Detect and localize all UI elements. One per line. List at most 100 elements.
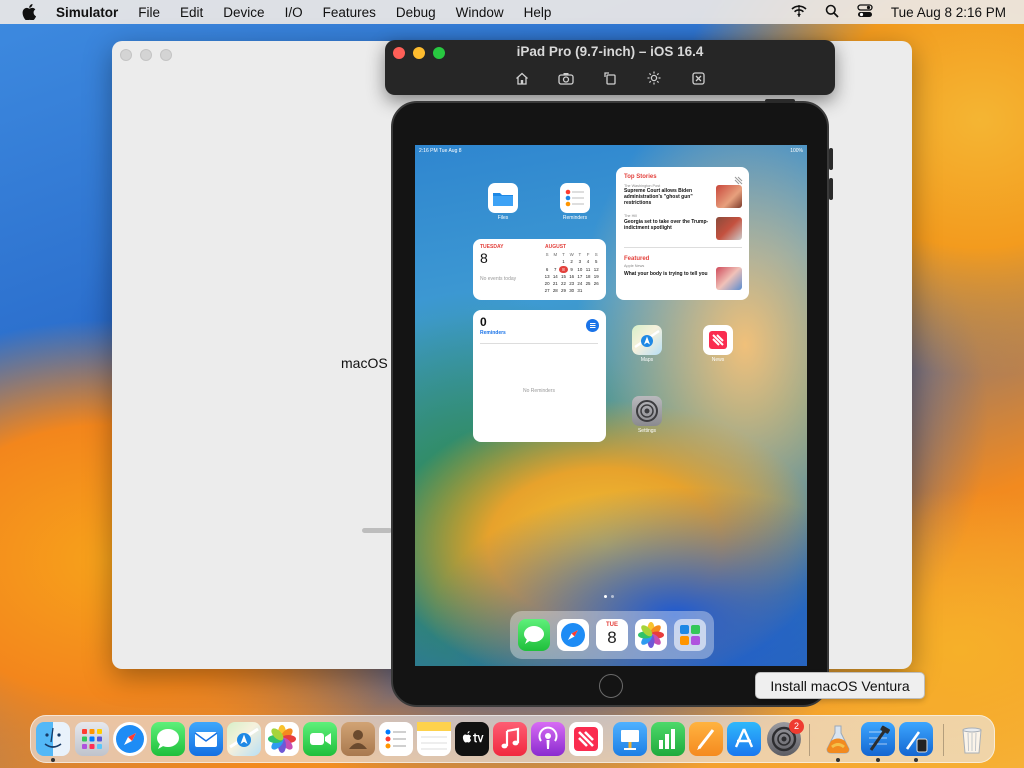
weekday-header: S [594,252,598,257]
menu-help[interactable]: Help [524,5,552,20]
calendar-icon-date: 8 [607,628,617,647]
calendar-day: 6 [545,266,549,272]
news-story-headline[interactable]: Supreme Court allows Biden administratio… [624,188,712,206]
rotate-icon[interactable] [598,68,622,88]
menu-io[interactable]: I/O [285,5,303,20]
appearance-icon[interactable] [642,68,666,88]
calendar-icon[interactable]: TUE 8 [596,619,628,651]
news-story-thumbnail [716,267,742,290]
menu-clock[interactable]: Tue Aug 8 2:16 PM [891,5,1006,20]
app-library-icon[interactable] [674,619,706,651]
menu-app-name[interactable]: Simulator [56,5,118,20]
simulator-icon[interactable] [899,722,933,756]
messages-icon[interactable] [151,722,185,756]
safari-icon[interactable] [557,619,589,651]
volume-down-button[interactable] [829,178,833,200]
pages-icon[interactable] [689,722,723,756]
wifi-icon[interactable] [791,4,807,21]
spotlight-search-icon[interactable] [825,4,839,21]
calendar-today: 8 [559,265,568,273]
control-center-icon[interactable] [857,3,873,21]
calendar-day [551,258,559,265]
reminders-icon[interactable] [560,183,590,213]
podcasts-icon[interactable] [531,722,565,756]
menu-file[interactable]: File [138,5,160,20]
mail-icon[interactable] [189,722,223,756]
calendar-day: 5 [594,259,598,265]
close-icon[interactable] [686,68,710,88]
notes-icon[interactable] [417,722,451,756]
running-indicator [51,758,55,762]
launchpad-icon[interactable] [75,722,109,756]
messages-icon[interactable] [518,619,550,651]
dock-divider [943,724,944,756]
calendar-day: 11 [585,266,591,272]
safari-icon[interactable] [113,722,147,756]
music-icon[interactable] [493,722,527,756]
settings-icon[interactable] [632,396,662,426]
menu-window[interactable]: Window [456,5,504,20]
menu-features[interactable]: Features [323,5,376,20]
home-icon[interactable] [510,68,534,88]
calendar-day: 2 [570,259,573,265]
simulator-titlebar: iPad Pro (9.7-inch) – iOS 16.4 [385,40,835,95]
xcode-icon[interactable] [861,722,895,756]
calendar-day: 29 [561,288,566,294]
power-button[interactable] [765,99,795,103]
calendar-day: 16 [569,273,575,279]
news-separator [624,247,742,248]
calendar-day: 19 [593,273,599,279]
calendar-day: 14 [552,273,558,279]
facetime-icon[interactable] [303,722,337,756]
news-widget[interactable]: Top Stories The Washington Post Supreme … [616,167,749,300]
news-story-headline[interactable]: What your body is trying to tell you [624,271,710,278]
simulator-title: iPad Pro (9.7-inch) – iOS 16.4 [516,44,704,59]
ipad-dock: TUE 8 [510,611,714,659]
calendar-day: 20 [544,281,550,287]
running-indicator [836,758,840,762]
reminders-count: 0 [480,315,487,329]
drag-handle[interactable] [362,528,392,533]
photos-icon[interactable] [635,619,667,651]
zoom-button[interactable] [160,49,172,61]
calendar-month-grid: S M T W T F S 1 2 3 4 5 6 7 8 9 10 11 12… [543,251,601,295]
reminders-divider [480,343,598,344]
ipad-screen[interactable]: 2:16 PM Tue Aug 8 100% Files Reminders T… [415,145,807,666]
screenshot-icon[interactable] [554,68,578,88]
keynote-icon[interactable] [613,722,647,756]
home-button[interactable] [599,674,623,698]
news-story-headline[interactable]: Georgia set to take over the Trump-indic… [624,219,712,232]
menu-edit[interactable]: Edit [180,5,203,20]
reminders-icon[interactable] [379,722,413,756]
volume-up-button[interactable] [829,148,833,170]
contacts-icon[interactable] [341,722,375,756]
menu-debug[interactable]: Debug [396,5,436,20]
trash-icon[interactable] [955,722,989,756]
news-icon[interactable] [569,722,603,756]
app-store-icon[interactable] [727,722,761,756]
calendar-day: 22 [561,281,566,287]
apple-menu-icon[interactable] [18,0,40,24]
maps-icon[interactable] [632,325,662,355]
close-button[interactable] [120,49,132,61]
reminders-list-icon [586,319,599,332]
news-icon[interactable] [703,325,733,355]
install-macos-ventura-icon[interactable] [821,722,855,756]
page-indicator[interactable] [604,595,614,598]
weekday-header: T [562,252,565,257]
menu-device[interactable]: Device [223,5,264,20]
news-story-source: The Hill [624,214,637,218]
calendar-widget[interactable]: TUESDAY 8 No events today AUGUST S M T W… [473,239,606,300]
calendar-day: 9 [570,266,573,272]
photos-icon[interactable] [265,722,299,756]
tv-icon[interactable] [455,722,489,756]
files-icon[interactable] [488,183,518,213]
finder-icon[interactable] [36,722,70,756]
reminders-widget[interactable]: 0 Reminders No Reminders [473,310,606,442]
maps-icon[interactable] [227,722,261,756]
minimize-button[interactable] [140,49,152,61]
calendar-day: 17 [577,273,583,279]
numbers-icon[interactable] [651,722,685,756]
calendar-day: 30 [569,288,575,294]
weekday-header: M [553,252,558,257]
